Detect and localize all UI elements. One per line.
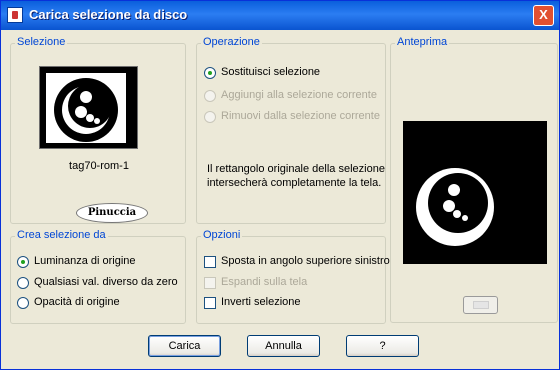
zoom-icon bbox=[473, 301, 489, 309]
radio-label: Luminanza di origine bbox=[34, 255, 136, 267]
window-title: Carica selezione da disco bbox=[29, 7, 188, 22]
checkbox-label: Espandi sulla tela bbox=[221, 276, 308, 288]
dialog-window: Carica selezione da disco X Selezione ▼ … bbox=[0, 0, 560, 370]
radio-label: Aggiungi alla selezione corrente bbox=[221, 89, 377, 101]
checkbox[interactable] bbox=[204, 256, 216, 268]
checkbox[interactable] bbox=[204, 277, 216, 289]
operazione-group: Operazione Sostituisci selezione Aggiung… bbox=[196, 36, 386, 224]
carica-button[interactable]: Carica bbox=[148, 335, 221, 357]
radio-label: Opacità di origine bbox=[34, 296, 120, 308]
pinuccia-logo: Pinuccia bbox=[76, 203, 148, 223]
checkbox-label: Inverti selezione bbox=[221, 296, 301, 308]
dropdown-arrow-icon[interactable]: ▼ bbox=[127, 103, 134, 111]
app-icon bbox=[7, 7, 23, 23]
radio-button[interactable] bbox=[17, 297, 29, 309]
radio-button[interactable] bbox=[17, 277, 29, 289]
annulla-button[interactable]: Annulla bbox=[247, 335, 320, 357]
title-bar[interactable]: Carica selezione da disco X bbox=[1, 1, 559, 30]
radio-button[interactable] bbox=[17, 256, 29, 268]
close-button[interactable]: X bbox=[533, 5, 554, 26]
anteprima-title: Anteprima bbox=[395, 36, 450, 48]
radio-label: Rimuovi dalla selezione corrente bbox=[221, 110, 380, 122]
checkbox-label: Sposta in angolo superiore sinistro bbox=[221, 255, 390, 267]
opzioni-title: Opzioni bbox=[201, 229, 243, 241]
operazione-title: Operazione bbox=[201, 36, 262, 48]
radio-label: Sostituisci selezione bbox=[221, 66, 321, 78]
opzioni-group: Opzioni Sposta in angolo superiore sinis… bbox=[196, 229, 390, 324]
crea-selezione-title: Crea selezione da bbox=[15, 229, 108, 241]
preview-image bbox=[403, 121, 547, 264]
operation-info-text: Il rettangolo originale della selezione … bbox=[207, 163, 385, 189]
selezione-title: Selezione bbox=[15, 36, 68, 48]
radio-button[interactable] bbox=[204, 90, 216, 102]
selezione-group: Selezione ▼ tag70-rom-1 Pinuccia bbox=[10, 36, 186, 224]
anteprima-group: Anteprima bbox=[390, 36, 558, 323]
selection-name: tag70-rom-1 bbox=[69, 160, 129, 172]
selection-thumbnail-dropdown[interactable]: ▼ bbox=[39, 66, 138, 149]
help-button[interactable]: ? bbox=[346, 335, 419, 357]
crea-selezione-group: Crea selezione da Luminanza di origine Q… bbox=[10, 229, 186, 324]
radio-button[interactable] bbox=[204, 67, 216, 79]
checkbox[interactable] bbox=[204, 297, 216, 309]
thumbnail-image bbox=[46, 73, 126, 143]
radio-label: Qualsiasi val. diverso da zero bbox=[34, 276, 178, 288]
preview-zoom-button[interactable] bbox=[463, 296, 498, 314]
radio-button[interactable] bbox=[204, 111, 216, 123]
